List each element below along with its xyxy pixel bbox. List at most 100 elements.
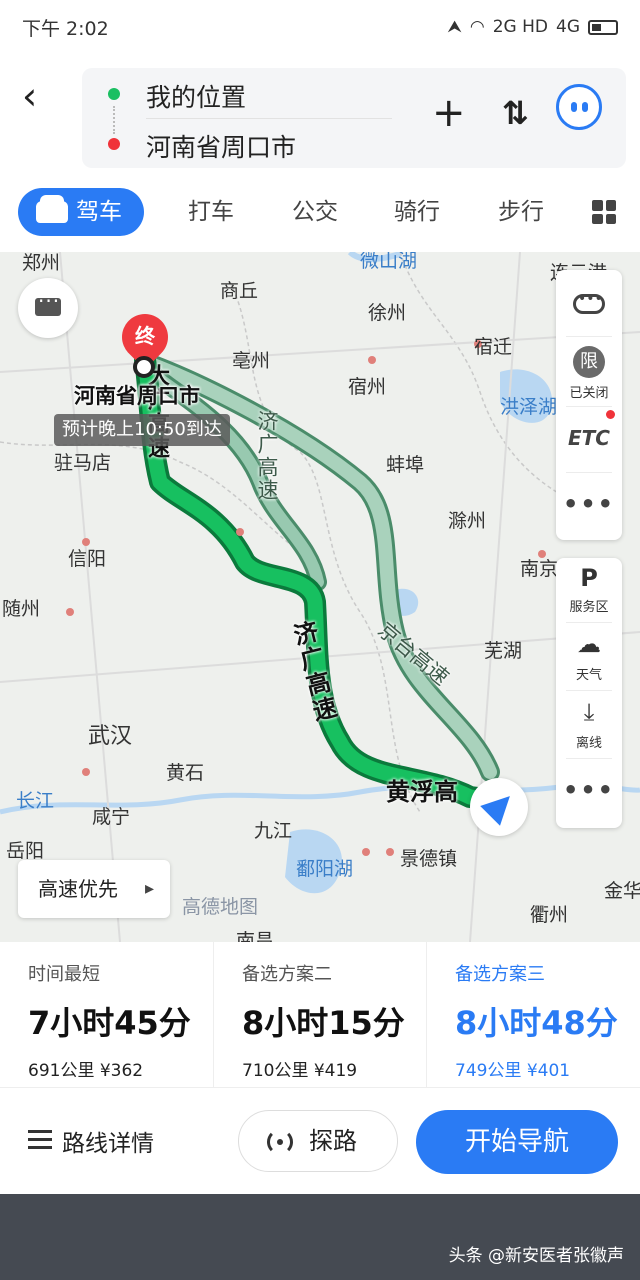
map-lake-label: 鄱阳湖 [296, 858, 354, 880]
divider [566, 406, 612, 407]
route-header: ‹ 我的位置 河南省周口市 + ⇅ [0, 54, 640, 179]
etc-button[interactable]: ETC [556, 426, 622, 450]
tab-taxi[interactable]: 打车 [188, 188, 234, 236]
map-city-label: 随州 [2, 598, 41, 620]
map-city-label: 金华 [604, 880, 640, 902]
route-option-label: 备选方案三 [455, 964, 545, 985]
map-river-label: 长江 [16, 790, 55, 812]
map-view[interactable]: 郑州 商丘 徐州 连云港 亳州 宿迁 宿州 洪泽湖 驻马店 蚌埠 滁州 信阳 南… [0, 252, 640, 942]
footer-bar: 头条 @新安医者张徽声 [0, 1194, 640, 1280]
map-city-label: 景德镇 [400, 848, 458, 870]
divider [566, 472, 612, 473]
end-location-field[interactable]: 河南省周口市 [146, 128, 296, 164]
route-details-button[interactable]: 路线详情 [28, 1124, 154, 1158]
restriction-icon[interactable]: 限 [573, 346, 605, 378]
more-layers-button[interactable]: ••• [556, 776, 622, 804]
divider [566, 758, 612, 759]
route-option-time: 8小时15分 [242, 1004, 405, 1042]
highway-priority-button[interactable]: 高速优先 [18, 860, 170, 918]
map-city-label: 衢州 [530, 904, 569, 926]
start-navigation-button[interactable]: 开始导航 [416, 1110, 618, 1174]
route-option-3[interactable]: 备选方案三 8小时48分 749公里 ¥401 [426, 942, 639, 1088]
weather-label: 天气 [575, 668, 602, 683]
divider [566, 690, 612, 691]
map-city-label: 驻马店 [54, 452, 112, 474]
route-option-1[interactable]: 时间最短 7小时45分 691公里 ¥362 [0, 942, 213, 1088]
map-city-label: 信阳 [68, 548, 107, 570]
eta-bubble: 预计晚上10:50到达 [54, 414, 230, 446]
map-city-label: 宿迁 [474, 336, 513, 358]
assistant-bot-icon[interactable] [556, 84, 602, 130]
map-city-label: 岳阳 [6, 840, 45, 862]
download-icon[interactable]: ⤓ [556, 698, 622, 726]
tab-walk[interactable]: 步行 [498, 188, 544, 236]
divider [146, 118, 392, 119]
car-icon [36, 195, 68, 223]
divider [566, 336, 612, 337]
map-city-label: 南昌 [236, 930, 275, 942]
status-bar: 下午 2:02 ⮝ ◠ 2G HD 4G [0, 0, 640, 54]
notification-dot-icon [606, 410, 615, 419]
cloud-icon[interactable]: ☁ [556, 630, 622, 658]
start-dot-icon [108, 88, 120, 100]
destination-pin-label: 终 [135, 324, 155, 348]
route-option-2[interactable]: 备选方案二 8小时15分 710公里 ¥419 [213, 942, 426, 1088]
destination-marker-icon [133, 356, 155, 378]
status-icons: ⮝ ◠ 2G HD 4G [447, 17, 618, 37]
probe-route-label: 探路 [309, 1127, 357, 1155]
route-option-time: 7小时45分 [28, 1004, 191, 1042]
message-button[interactable] [18, 278, 78, 338]
map-city-label: 滁州 [448, 510, 487, 532]
wifi-icon: ◠ [469, 17, 485, 37]
map-city-label: 亳州 [232, 350, 271, 372]
back-button[interactable]: ‹ [22, 77, 58, 116]
route-option-time: 8小时48分 [455, 1004, 618, 1042]
restriction-status: 已关闭 [569, 386, 609, 401]
status-time: 下午 2:02 [22, 17, 109, 40]
end-dot-icon [108, 138, 120, 150]
tab-drive-label: 驾车 [76, 199, 122, 225]
route-option-label: 时间最短 [28, 964, 100, 985]
swap-icon[interactable]: ⇅ [502, 94, 529, 132]
route-connector [113, 106, 115, 134]
map-watermark: 高德地图 [182, 896, 259, 918]
tab-drive[interactable]: 驾车 [18, 188, 144, 236]
map-city-label: 咸宁 [92, 806, 131, 828]
my-location-icon[interactable] [470, 778, 528, 836]
map-city-label: 商丘 [220, 280, 259, 302]
more-tools-button[interactable]: ••• [556, 490, 622, 518]
battery-icon [588, 19, 618, 35]
network-label: 2G HD [492, 17, 548, 37]
traffic-icon[interactable] [573, 291, 605, 314]
service-area-label: 服务区 [569, 600, 609, 615]
map-lake-label: 洪泽湖 [500, 396, 558, 418]
map-city-label: 宿州 [348, 376, 387, 398]
map-city-label: 徐州 [368, 302, 407, 324]
footer-watermark: 头条 @新安医者张徽声 [448, 1246, 624, 1266]
add-waypoint-icon[interactable]: + [432, 90, 466, 136]
more-modes-grid-icon[interactable] [592, 200, 616, 224]
route-options: 时间最短 7小时45分 691公里 ¥362 备选方案二 8小时15分 710公… [0, 942, 640, 1088]
route-option-meta: 691公里 ¥362 [28, 1061, 144, 1081]
location-icon: ⮝ [447, 17, 462, 37]
offline-label: 离线 [575, 736, 602, 751]
map-city-label: 郑州 [22, 252, 61, 274]
tab-bus[interactable]: 公交 [292, 188, 338, 236]
map-city-label: 黄石 [166, 762, 205, 784]
travel-mode-tabs: 驾车 打车 公交 骑行 步行 [0, 180, 640, 246]
route-option-meta: 710公里 ¥419 [242, 1061, 358, 1081]
tab-bike[interactable]: 骑行 [394, 188, 440, 236]
probe-route-button[interactable]: 探路 [238, 1110, 398, 1172]
map-city-label: 南京 [520, 558, 559, 580]
destination-label: 河南省周口市 [74, 384, 200, 408]
route-input-box: 我的位置 河南省周口市 + ⇅ [82, 68, 626, 168]
map-canvas [0, 252, 640, 942]
map-layers-panel: P 服务区 ☁ 天气 ⤓ 离线 ••• [556, 558, 622, 828]
map-tools-panel: 限 已关闭 ETC ••• [556, 270, 622, 540]
parking-icon[interactable]: P [556, 564, 622, 592]
route-option-meta: 749公里 ¥401 [455, 1061, 571, 1081]
start-location-field[interactable]: 我的位置 [146, 78, 246, 114]
divider [566, 622, 612, 623]
map-city-label: 九江 [254, 820, 293, 842]
route-option-label: 备选方案二 [242, 964, 332, 985]
